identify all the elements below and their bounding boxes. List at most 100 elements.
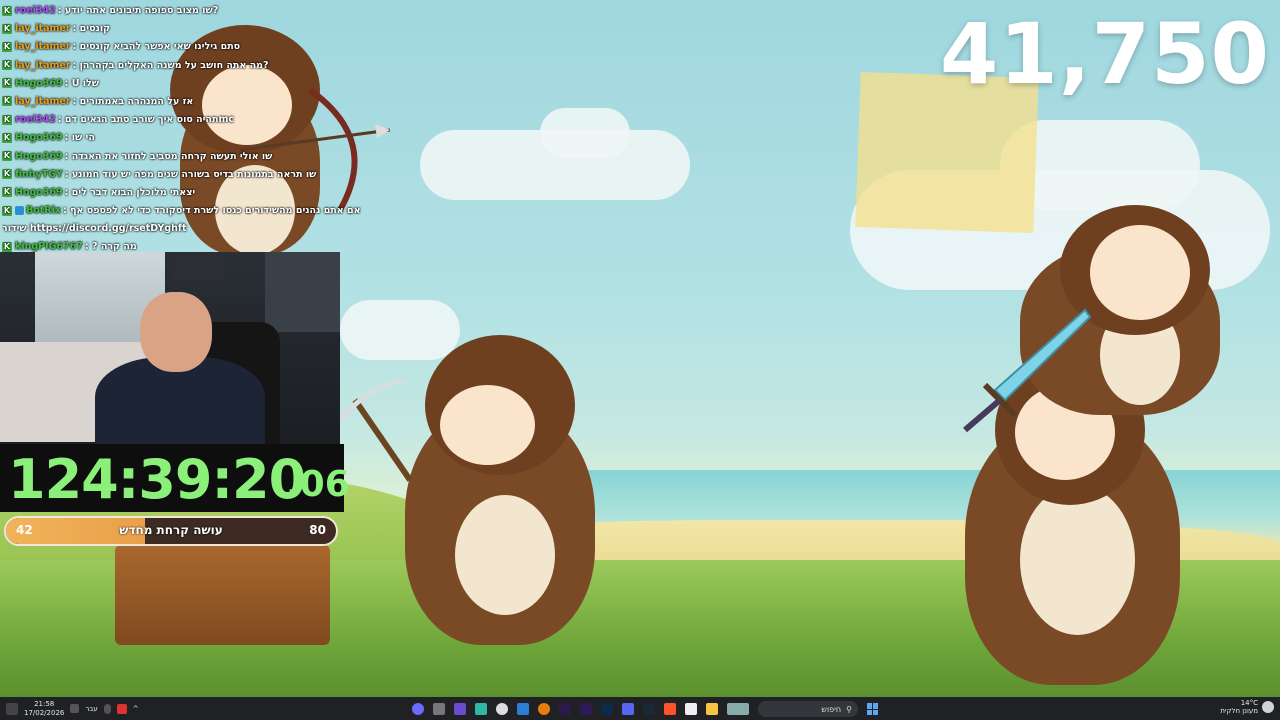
chat-message: שידור https://discord.gg/rsetDYghft	[2, 220, 362, 238]
chat-username[interactable]: roei342	[15, 114, 56, 125]
app-icon[interactable]	[517, 703, 529, 715]
chat-username[interactable]: lay_itamer	[15, 23, 71, 34]
chat-message: Kroei342: שו מצוב ספופה תיבונים אתה יודע…	[2, 2, 362, 20]
chat-username[interactable]: roei342	[15, 5, 56, 16]
progress-bar: 42 עושה קרחת מחדש 80	[4, 516, 338, 546]
weather-temp: 14°C	[1240, 699, 1258, 707]
chat-username[interactable]: lay_itamer	[15, 60, 71, 71]
chat-username[interactable]: Hogo369	[15, 78, 63, 89]
mic-icon[interactable]	[103, 703, 111, 714]
timer-main: 124:39:20	[8, 448, 306, 511]
chat-separator: :	[64, 77, 72, 89]
chat-username[interactable]: BotRix	[26, 205, 61, 216]
chat-username[interactable]: lay_itamer	[15, 96, 71, 107]
kick-badge-icon: K	[2, 5, 12, 16]
discord-icon[interactable]	[622, 703, 634, 715]
kick-badge-icon: K	[2, 41, 12, 52]
kick-badge-icon: K	[2, 241, 12, 252]
chat-separator: :	[84, 241, 92, 253]
chat-separator: :	[64, 150, 72, 162]
kick-badge-icon: K	[2, 60, 12, 71]
chat-text: סתם גילינו שאי אפשר להביא קונסים	[79, 41, 241, 53]
chatgpt-icon[interactable]	[496, 703, 508, 715]
webcam-streamer-head	[140, 292, 212, 372]
chat-username[interactable]: kingPIG6767	[15, 241, 83, 252]
blender-icon[interactable]	[538, 703, 550, 715]
chat-separator: :	[64, 186, 72, 198]
calendar-icon[interactable]	[685, 703, 697, 715]
taskbar-search[interactable]: חיפוש ⚲	[758, 701, 858, 717]
chat-text: מה אתה חושב על משנה האקלים בקהרהן?	[79, 59, 269, 71]
steam-icon[interactable]	[643, 703, 655, 715]
chat-separator: :	[57, 5, 65, 16]
language-indicator[interactable]: עבר	[85, 705, 97, 713]
search-label: חיפוש	[821, 704, 842, 714]
chat-username[interactable]: lay_itamer	[15, 41, 71, 52]
bot-badge-icon	[15, 206, 24, 216]
progress-target: 80	[309, 523, 326, 537]
taskbar-clock[interactable]: 21:58 17/02/2026	[24, 700, 64, 718]
folder-icon[interactable]	[706, 703, 718, 715]
kick-badge-icon: K	[2, 114, 12, 125]
chat-text: U שלו	[71, 77, 99, 89]
photoshop-icon[interactable]	[601, 703, 613, 715]
kick-badge-icon: K	[2, 96, 12, 107]
chat-separator: :	[64, 168, 72, 180]
chat-separator: :	[72, 95, 80, 107]
chevron-up-icon[interactable]: ^	[133, 705, 139, 713]
chat-username[interactable]: Hogo369	[15, 151, 63, 162]
chat-message: KfinhyTGY: שו תראה בתמונות בדיס בשורה שנ…	[2, 166, 362, 184]
chat-overlay: Kroei342: שו מצוב ספופה תיבונים אתה יודע…	[2, 2, 362, 257]
chat-text: קונסים	[79, 23, 111, 35]
app-icon[interactable]	[475, 703, 487, 715]
chat-text: אם אתם נהנים מהשידורים כנסו לשרת דיסקורד…	[70, 205, 361, 217]
webcam-shelf	[265, 252, 340, 332]
kick-badge-icon: K	[2, 205, 12, 216]
sword-icon	[963, 308, 1092, 433]
chat-text: אז על המנהרה באמתורים	[79, 95, 194, 107]
chat-username[interactable]: Hogo369	[15, 132, 63, 143]
chat-username[interactable]: Hogo369	[15, 187, 63, 198]
weather-widget[interactable]: 14°C מעונן חלקית	[1220, 699, 1274, 715]
app-icon[interactable]	[433, 703, 445, 715]
notification-icon[interactable]	[6, 702, 18, 715]
chat-separator: :	[72, 41, 80, 53]
webcam-box	[170, 254, 225, 280]
kick-badge-icon: K	[2, 187, 12, 198]
timer-ms: .06	[286, 464, 350, 505]
chat-message: Kroei342: תהיה סוס איך שורב סתב הגאים דם…	[2, 111, 362, 129]
search-thumbnail-icon[interactable]	[727, 703, 749, 715]
kick-badge-icon: K	[2, 23, 12, 34]
security-icon[interactable]	[116, 703, 127, 714]
kick-badge-icon: K	[2, 169, 12, 180]
chat-message: K Hogo369: יצאתי מלוכלן הבוא דבר לים	[2, 184, 362, 202]
after-effects-icon[interactable]	[559, 703, 571, 715]
chat-separator: :	[72, 59, 80, 71]
app-icon[interactable]	[454, 703, 466, 715]
chat-text: שו מצוב ספופה תיבונים אתה יודע?	[64, 5, 219, 16]
webcam-feed	[0, 252, 340, 444]
premiere-icon[interactable]	[580, 703, 592, 715]
chat-username[interactable]: finhyTGY	[15, 169, 63, 180]
tree-stump	[115, 545, 330, 645]
chat-text: ? מה קרה	[91, 241, 137, 253]
chat-separator: :	[64, 132, 72, 144]
chat-separator: :	[72, 23, 80, 35]
score-counter: 41,750	[939, 5, 1270, 103]
chat-text: שידור https://discord.gg/rsetDYghft	[2, 223, 187, 235]
windows-start-icon[interactable]	[867, 703, 879, 715]
chat-text: שו תראה בתמונות בדיס בשורה שנים מפה יש ע…	[71, 168, 317, 180]
chat-message: K Hogo369: שו אולי תעשה קרחה מסביב לחזור …	[2, 148, 362, 166]
progress-label: עושה קרחת מחדש	[119, 523, 223, 537]
volume-icon[interactable]	[70, 704, 80, 713]
chat-text: הי שו	[71, 132, 95, 144]
chat-text: תהיה סוס איך שורב סתב הגאים דםmc	[64, 114, 234, 126]
kick-badge-icon: K	[2, 132, 12, 143]
chat-message: Klay_itamer: סתם גילינו שאי אפשר להביא ק…	[2, 38, 362, 56]
copilot-icon[interactable]	[412, 703, 424, 715]
chat-message: Klay_itamer: אז על המנהרה באמתורים	[2, 93, 362, 111]
taskbar-time: 21:58	[34, 699, 55, 708]
chat-message: K BotRix: אם אתם נהנים מהשידורים כנסו לשר…	[2, 202, 362, 220]
brave-icon[interactable]	[664, 703, 676, 715]
search-icon: ⚲	[846, 704, 852, 714]
